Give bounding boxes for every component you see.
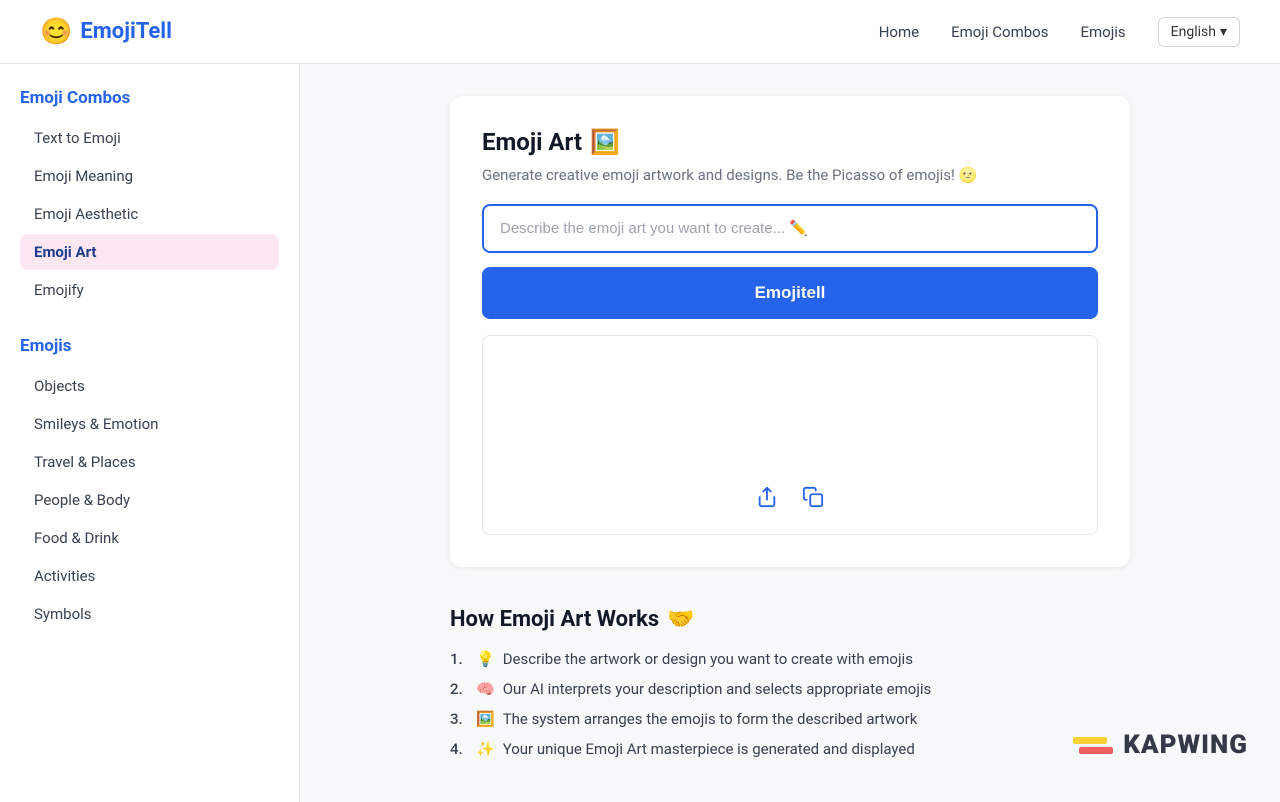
chevron-down-icon: ▾ <box>1220 24 1227 40</box>
step-text-1: Describe the artwork or design you want … <box>503 650 913 668</box>
share-button[interactable] <box>752 482 782 518</box>
sidebar-item-people-body[interactable]: People & Body <box>20 482 279 518</box>
sidebar-section-title-emoji-combos: Emoji Combos <box>20 88 279 108</box>
step-number-2: 2. <box>450 680 468 698</box>
output-area <box>482 335 1098 535</box>
navbar: 😊 EmojiTell Home Emoji Combos Emojis Eng… <box>0 0 1280 64</box>
nav-emojis[interactable]: Emojis <box>1080 23 1125 41</box>
how-list: 1. 💡 Describe the artwork or design you … <box>450 650 1130 758</box>
how-step-3: 3. 🖼️ The system arranges the emojis to … <box>450 710 1130 728</box>
sidebar-item-activities[interactable]: Activities <box>20 558 279 594</box>
kapwing-watermark: KAPWING <box>1073 730 1248 760</box>
sidebar-item-emoji-meaning[interactable]: Emoji Meaning <box>20 158 279 194</box>
step-icon-4: ✨ <box>476 740 495 758</box>
kapwing-bar-red <box>1079 747 1113 754</box>
card-subtitle: Generate creative emoji artwork and desi… <box>482 166 1098 184</box>
step-number-3: 3. <box>450 710 468 728</box>
sidebar-item-food-drink[interactable]: Food & Drink <box>20 520 279 556</box>
sidebar: Emoji Combos Text to Emoji Emoji Meaning… <box>0 64 300 802</box>
card-title: Emoji Art 🖼️ <box>482 128 1098 156</box>
language-selector[interactable]: English ▾ <box>1158 17 1240 47</box>
step-icon-2: 🧠 <box>476 680 495 698</box>
output-actions <box>752 482 828 518</box>
sidebar-item-emoji-aesthetic[interactable]: Emoji Aesthetic <box>20 196 279 232</box>
how-section: How Emoji Art Works 🤝 1. 💡 Describe the … <box>450 607 1130 758</box>
nav-links: Home Emoji Combos Emojis English ▾ <box>879 17 1240 47</box>
step-number-1: 1. <box>450 650 468 668</box>
sidebar-item-smileys-emotion[interactable]: Smileys & Emotion <box>20 406 279 442</box>
copy-button[interactable] <box>798 482 828 518</box>
step-number-4: 4. <box>450 740 468 758</box>
how-step-1: 1. 💡 Describe the artwork or design you … <box>450 650 1130 668</box>
step-text-3: The system arranges the emojis to form t… <box>503 710 918 728</box>
kapwing-bar-yellow <box>1073 737 1107 744</box>
sidebar-section-emoji-combos: Emoji Combos Text to Emoji Emoji Meaning… <box>0 88 299 308</box>
sidebar-item-objects[interactable]: Objects <box>20 368 279 404</box>
language-label: English <box>1171 24 1216 40</box>
sidebar-item-travel-places[interactable]: Travel & Places <box>20 444 279 480</box>
logo[interactable]: 😊 EmojiTell <box>40 17 172 47</box>
logo-icon: 😊 <box>40 17 72 47</box>
kapwing-logo-icon <box>1073 737 1113 754</box>
sidebar-item-emojify[interactable]: Emojify <box>20 272 279 308</box>
sidebar-section-emojis: Emojis Objects Smileys & Emotion Travel … <box>0 336 299 632</box>
sidebar-item-text-to-emoji[interactable]: Text to Emoji <box>20 120 279 156</box>
how-title: How Emoji Art Works 🤝 <box>450 607 1130 632</box>
how-title-text: How Emoji Art Works <box>450 607 659 632</box>
step-text-2: Our AI interprets your description and s… <box>503 680 932 698</box>
emoji-art-card: Emoji Art 🖼️ Generate creative emoji art… <box>450 96 1130 567</box>
copy-icon <box>802 486 824 508</box>
sidebar-item-emoji-art[interactable]: Emoji Art <box>20 234 279 270</box>
sidebar-section-title-emojis: Emojis <box>20 336 279 356</box>
how-step-2: 2. 🧠 Our AI interprets your description … <box>450 680 1130 698</box>
how-step-4: 4. ✨ Your unique Emoji Art masterpiece i… <box>450 740 1130 758</box>
share-icon <box>756 486 778 508</box>
handshake-icon: 🤝 <box>667 607 694 632</box>
emojitell-button[interactable]: Emojitell <box>482 267 1098 319</box>
card-title-text: Emoji Art <box>482 128 582 156</box>
step-icon-1: 💡 <box>476 650 495 668</box>
page-layout: Emoji Combos Text to Emoji Emoji Meaning… <box>0 64 1280 802</box>
step-text-4: Your unique Emoji Art masterpiece is gen… <box>503 740 915 758</box>
step-icon-3: 🖼️ <box>476 710 495 728</box>
nav-emoji-combos[interactable]: Emoji Combos <box>951 23 1048 41</box>
logo-text: EmojiTell <box>80 19 172 44</box>
emoji-art-input[interactable] <box>482 204 1098 253</box>
kapwing-text: KAPWING <box>1123 730 1248 760</box>
nav-home[interactable]: Home <box>879 23 919 41</box>
sidebar-item-symbols[interactable]: Symbols <box>20 596 279 632</box>
painting-icon: 🖼️ <box>590 128 620 156</box>
main-content: Emoji Art 🖼️ Generate creative emoji art… <box>300 64 1280 802</box>
